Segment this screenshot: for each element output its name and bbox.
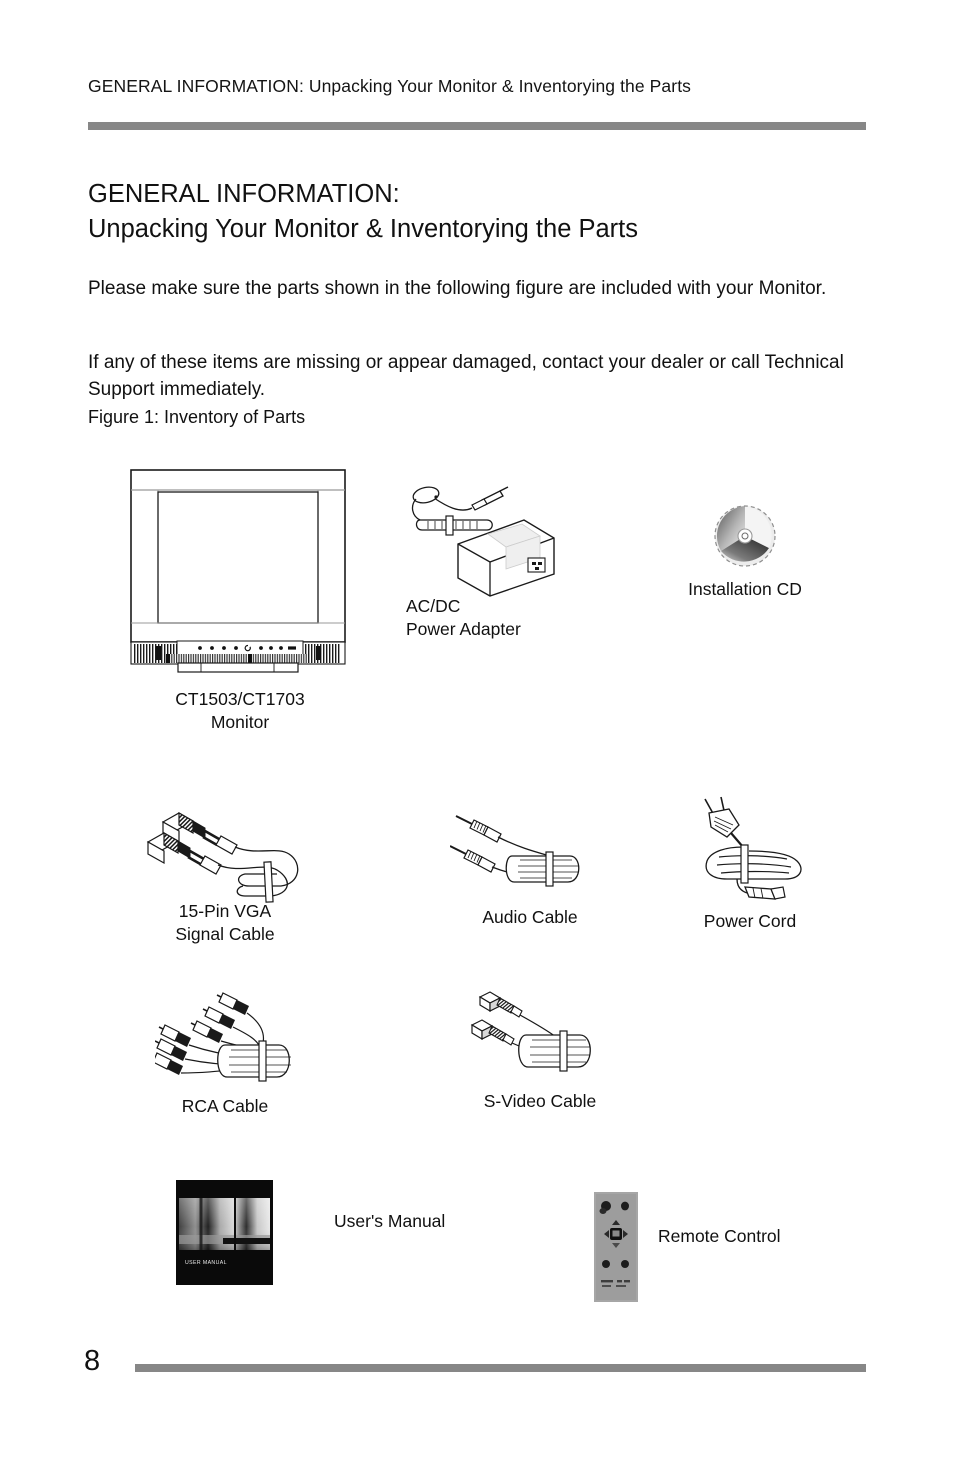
monitor-label: CT1503/CT1703 Monitor (175, 689, 305, 732)
power-adapter-label: AC/DC Power Adapter (406, 596, 521, 639)
vga-cable-label: 15-Pin VGA Signal Cable (175, 901, 275, 944)
s-video-cable-label: S-Video Cable (483, 1091, 597, 1111)
header-rule (88, 122, 866, 130)
page-title: GENERAL INFORMATION: Unpacking Your Moni… (88, 177, 878, 247)
users-manual-label: User's Manual (334, 1211, 446, 1231)
rca-cable-illustration (155, 985, 320, 1090)
footer-rule (135, 1364, 866, 1372)
power-adapter-illustration (402, 472, 562, 597)
rca-cable-label: RCA Cable (181, 1096, 269, 1116)
power-cord-illustration (693, 795, 823, 905)
figure-caption: Figure 1: Inventory of Parts (88, 407, 306, 427)
installation-cd-illustration (709, 500, 781, 572)
page-number: 8 (84, 1345, 101, 1377)
manual-cover-text: USER MANUAL (185, 1260, 227, 1266)
page-title-line-1: GENERAL INFORMATION: (88, 180, 400, 209)
inventory-figure: CT1503/CT1703 Monitor AC/DC Power Adapte… (0, 450, 954, 1320)
users-manual-illustration: USER MANUAL (176, 1180, 273, 1285)
power-cord-label: Power Cord (703, 911, 797, 931)
running-head: GENERAL INFORMATION: Unpacking Your Moni… (88, 76, 692, 96)
audio-cable-illustration (450, 800, 610, 900)
intro-paragraph: Please make sure the parts shown in the … (88, 278, 827, 299)
installation-cd-label: Installation CD (688, 579, 802, 599)
monitor-illustration (128, 468, 352, 673)
warning-paragraph: If any of these items are missing or app… (88, 352, 844, 400)
remote-control-label: Remote Control (658, 1226, 781, 1246)
s-video-cable-illustration (468, 985, 613, 1085)
vga-cable-illustration (145, 800, 320, 905)
audio-cable-label: Audio Cable (482, 907, 578, 927)
remote-control-illustration (594, 1192, 638, 1302)
page-title-line-2: Unpacking Your Monitor & Inventorying th… (88, 215, 638, 244)
